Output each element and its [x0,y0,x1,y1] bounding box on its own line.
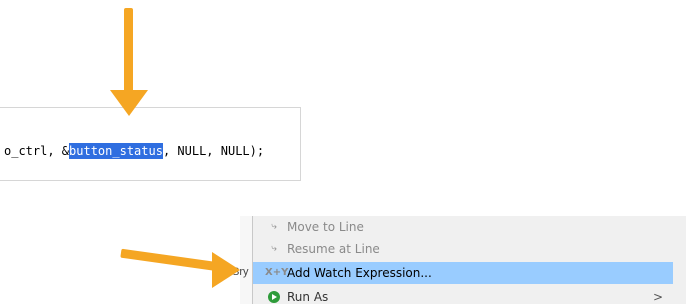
watch-expression-icon: X+Y [265,267,289,278]
menu-item-run-as[interactable]: Run As > [253,286,673,308]
move-to-line-icon: ⤷ [271,221,277,232]
menu-item-resume-at-line[interactable]: ⤷ Resume at Line [253,238,673,260]
submenu-arrow-icon: > [652,290,663,304]
menu-item-label: Run As [287,290,329,304]
menu-item-add-watch-expression[interactable]: X+Y Add Watch Expression... [253,262,673,284]
context-menu: ⤷ Move to Line ⤷ Resume at Line X+Y Add … [252,216,686,304]
menu-item-label: Add Watch Expression... [287,266,432,280]
menu-item-move-to-line[interactable]: ⤷ Move to Line [253,216,673,238]
code-editor[interactable]: o_ctrl, &button_status, NULL, NULL); [0,107,301,181]
code-line[interactable]: o_ctrl, &button_status, NULL, NULL); [4,143,265,159]
run-icon [265,289,283,305]
menu-item-label: Move to Line [287,220,364,234]
annotation-arrow-down-shaft [124,8,133,92]
code-text-before: o_ctrl, & [4,144,70,158]
editor-edge: Sry [232,216,252,304]
selected-text[interactable]: button_status [69,143,163,159]
code-text-after: , NULL, NULL); [162,144,265,158]
annotation-arrow-right-icon [212,252,240,288]
resume-at-line-icon: ⤷ [271,243,277,254]
annotation-arrow-down-icon [110,90,148,116]
menu-item-label: Resume at Line [287,242,380,256]
annotation-arrow-right-shaft [120,248,217,271]
